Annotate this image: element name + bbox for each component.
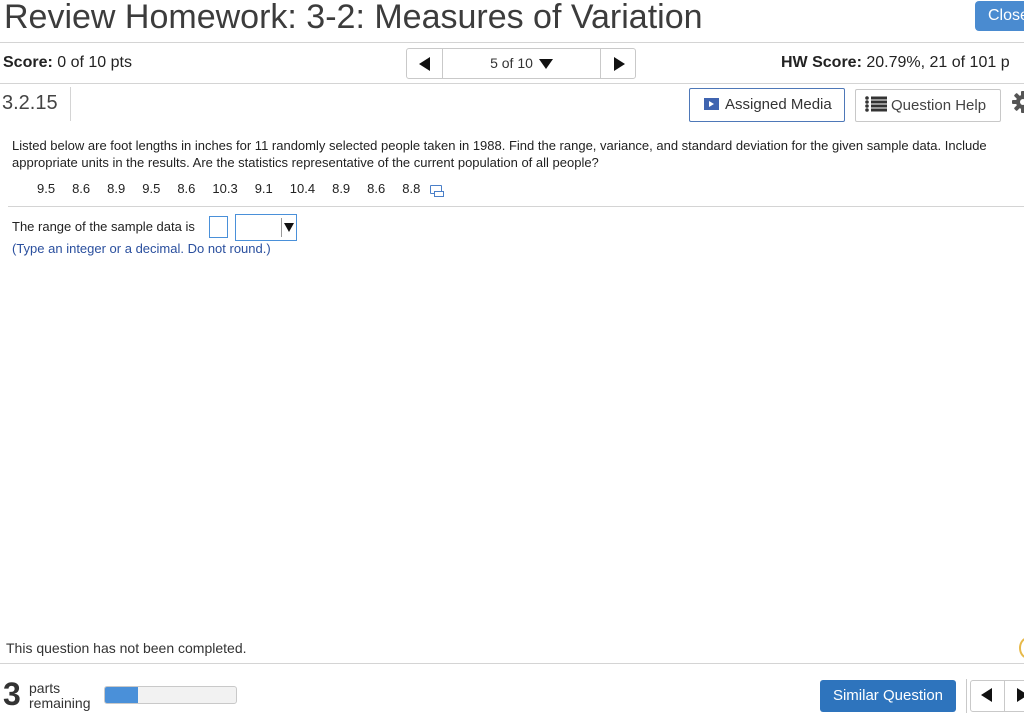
- arrow-left-icon: [419, 57, 430, 71]
- divider: [0, 42, 1024, 43]
- unit-select[interactable]: [235, 214, 297, 241]
- question-selector[interactable]: 5 of 10: [443, 49, 600, 78]
- hw-score-value: 20.79%, 21 of 101 p: [866, 54, 1010, 71]
- divider: [966, 679, 967, 713]
- dropdown-arrow-icon: [281, 218, 294, 237]
- parts-label-line2: remaining: [29, 695, 91, 711]
- completion-status: This question has not been completed.: [6, 640, 247, 656]
- video-icon: [704, 98, 719, 110]
- footer-previous-button[interactable]: [971, 681, 1005, 711]
- footer-next-button[interactable]: [1005, 681, 1024, 711]
- dropdown-arrow-icon: [538, 59, 553, 70]
- arrow-right-icon: [614, 57, 625, 71]
- settings-button[interactable]: [1011, 90, 1024, 121]
- parts-label-line1: parts: [29, 680, 61, 696]
- data-value: 9.1: [254, 181, 273, 196]
- data-value: 9.5: [142, 181, 161, 196]
- assigned-media-label: Assigned Media: [725, 96, 832, 113]
- data-value: 8.9: [332, 181, 351, 196]
- data-value: 10.3: [212, 181, 238, 196]
- range-answer-input[interactable]: [209, 216, 228, 238]
- arrow-left-icon: [981, 688, 992, 702]
- hw-score-label: HW Score:: [781, 54, 862, 71]
- divider: [70, 87, 71, 121]
- divider: [0, 83, 1024, 84]
- copy-data-icon[interactable]: [430, 185, 445, 197]
- question-number: 3.2.15: [2, 92, 58, 114]
- answer-prompt: The range of the sample data is: [12, 219, 195, 234]
- similar-question-button[interactable]: Similar Question: [820, 680, 956, 712]
- assigned-media-button[interactable]: Assigned Media: [689, 88, 845, 122]
- next-question-button[interactable]: [600, 49, 635, 78]
- data-value: 8.9: [107, 181, 126, 196]
- progress-fill: [105, 687, 138, 703]
- gear-icon: [1012, 91, 1024, 113]
- close-button[interactable]: Close: [975, 1, 1024, 31]
- score-value: 0 of 10 pts: [57, 54, 132, 71]
- parts-remaining-count: 3: [3, 676, 21, 712]
- parts-remaining-label: parts remaining: [29, 681, 90, 711]
- question-position: 5 of 10: [490, 55, 533, 71]
- score: Score: 0 of 10 pts: [3, 54, 132, 72]
- previous-question-button[interactable]: [407, 49, 443, 78]
- data-value: 8.8: [402, 181, 421, 196]
- list-icon: [865, 96, 887, 112]
- arrow-right-icon: [1017, 688, 1024, 702]
- data-value: 8.6: [72, 181, 91, 196]
- score-label: Score:: [3, 54, 53, 71]
- progress-bar: [104, 686, 237, 704]
- status-indicator-icon: [1019, 637, 1024, 659]
- question-text: Listed below are foot lengths in inches …: [12, 138, 987, 170]
- hw-score: HW Score: 20.79%, 21 of 101 p: [781, 54, 1010, 72]
- data-value: 10.4: [289, 181, 316, 196]
- question-help-button[interactable]: Question Help: [855, 89, 1001, 122]
- divider: [8, 206, 1024, 207]
- question-navigator: 5 of 10: [406, 48, 636, 79]
- footer-navigator: [970, 680, 1024, 712]
- question-help-label: Question Help: [891, 97, 987, 114]
- data-value: 9.5: [37, 181, 56, 196]
- data-value: 8.6: [177, 181, 196, 196]
- data-value: 8.6: [367, 181, 386, 196]
- answer-hint: (Type an integer or a decimal. Do not ro…: [12, 241, 271, 256]
- sample-data: 9.5 8.6 8.9 9.5 8.6 10.3 9.1 10.4 8.9 8.6 8.8: [37, 181, 445, 197]
- page-title: Review Homework: 3-2: Measures of Variat…: [4, 0, 703, 36]
